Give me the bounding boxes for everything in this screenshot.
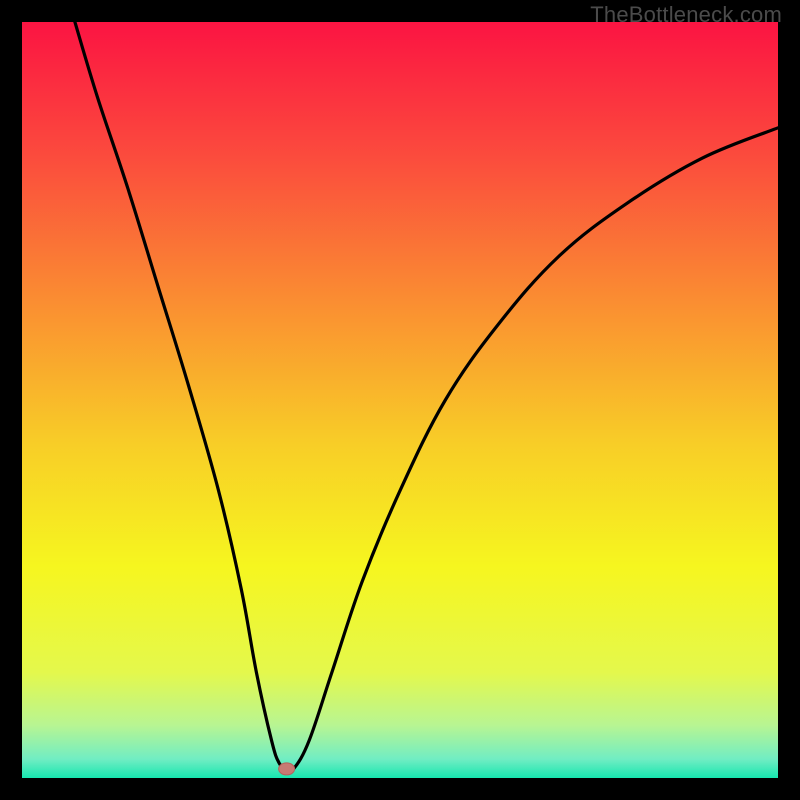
chart-background-gradient: [22, 22, 778, 778]
optimum-marker: [279, 763, 295, 775]
plot-frame: [22, 22, 778, 778]
chart-svg: [22, 22, 778, 778]
watermark-text: TheBottleneck.com: [590, 2, 782, 28]
